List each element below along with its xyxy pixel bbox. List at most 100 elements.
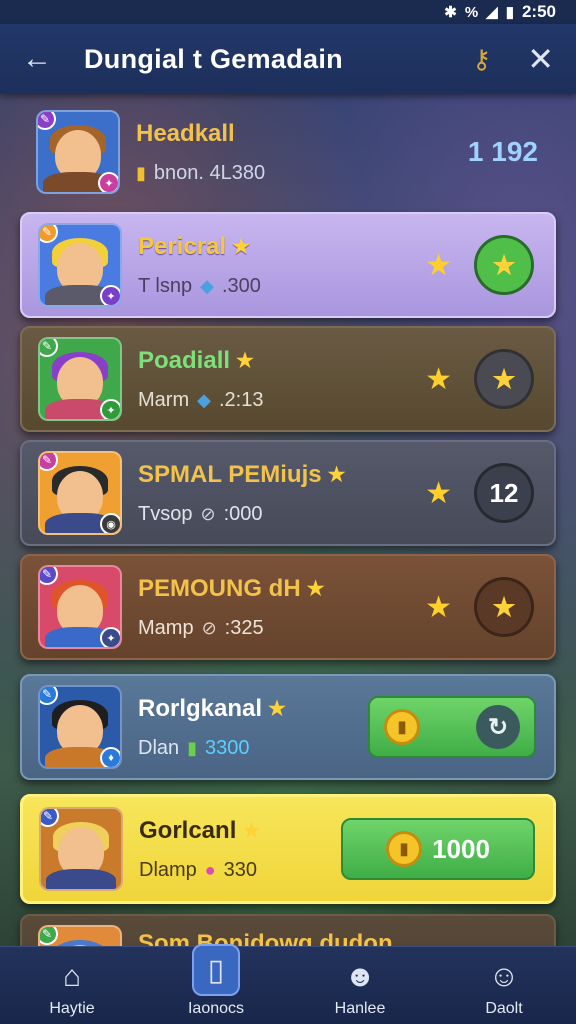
list-item[interactable]: ✎ ✦ Poadiall ★ Marm ◆ .2:13 ★ ★ — [20, 326, 556, 432]
list-item[interactable]: ✎ ♥ Som Bonidowg dudon — [20, 914, 556, 946]
rank-badge-icon: ✎ — [41, 809, 59, 827]
nav-label: Hanlee — [334, 1000, 386, 1017]
rank-badge-icon: ✎ — [40, 225, 58, 243]
signal-icon: ◢ — [486, 4, 498, 21]
star-icon: ★ — [327, 464, 346, 486]
star-icon: ★ — [425, 476, 452, 510]
list-item[interactable]: ✎ Gorlcanl ★ Dlamp ● 330 ▮ 1000 — [20, 794, 556, 904]
player-name: SPMAL PEMiujs — [138, 460, 322, 488]
nav-item-tablet[interactable]: ▯ Iaonocs — [166, 944, 266, 1018]
coin-icon: ▮ — [384, 709, 420, 745]
player-sub-value: .300 — [221, 274, 261, 297]
action-button[interactable]: 12 — [474, 463, 534, 523]
level-badge-icon: ♦ — [100, 747, 120, 767]
player-sub-value: 3300 — [205, 736, 250, 759]
action-button[interactable]: ★ — [474, 349, 534, 409]
star-icon: ★ — [242, 820, 261, 842]
status-time: 2:50 — [521, 2, 556, 21]
key-icon[interactable]: ⚷ — [472, 44, 491, 75]
player-sub-value: .2:13 — [218, 388, 264, 411]
percent-icon: % — [464, 3, 479, 21]
current-player-row[interactable]: ✎ ✦ Headkall ▮ bnon. 4L380 1 192 — [20, 104, 556, 200]
star-icon: ★ — [232, 236, 251, 258]
nav-item-profile[interactable]: ☺ Daolt — [454, 958, 554, 1018]
player-name: Poadiall — [138, 346, 231, 374]
clock-icon: ⊘ — [201, 617, 217, 638]
list-item[interactable]: ✎ ✦ Pericral ★ T lsnp ◆ .300 ★ ★ — [20, 212, 556, 318]
close-icon[interactable]: ✕ — [527, 40, 554, 78]
player-sub-label: Marm — [138, 388, 190, 411]
rank-badge-icon: ✎ — [38, 112, 56, 130]
level-badge-icon: ✦ — [100, 627, 120, 647]
action-button[interactable]: ★ — [474, 235, 534, 295]
refresh-icon: ↻ — [476, 705, 520, 749]
back-arrow-icon[interactable]: ← — [22, 42, 62, 76]
player-sub-label: Dlan — [138, 736, 180, 759]
level-badge-icon: ✦ — [100, 285, 120, 305]
gem-icon: ◆ — [200, 275, 214, 296]
player-name: Pericral — [138, 232, 227, 260]
player-sub-label: Dlamp — [139, 858, 197, 881]
gem-icon: ◆ — [197, 389, 211, 410]
player-sub-label: Mamp — [138, 616, 194, 639]
nav-label: Iaonocs — [187, 1000, 245, 1017]
avatar: ✎ — [39, 807, 123, 891]
avatar: ✎ ♥ — [38, 925, 122, 946]
star-icon: ★ — [268, 698, 286, 720]
battery-icon: ▮ — [187, 737, 198, 758]
list-item[interactable]: ✎ ◉ SPMAL PEMiujs ★ Tvsop ⊘ :000 ★ 12 — [20, 440, 556, 546]
avatar: ✎ ✦ — [38, 337, 122, 421]
rank-badge-icon: ✎ — [40, 339, 58, 357]
list-item[interactable]: ✎ ✦ PEMOUNG dH ★ Mamp ⊘ :325 ★ ★ — [20, 554, 556, 660]
avatar: ✎ ✦ — [36, 110, 120, 194]
list-item[interactable]: ✎ ♦ Rorlgkanal ★ Dlan ▮ 3300 ▮ ↻ — [20, 674, 556, 780]
player-name: Headkall — [136, 119, 235, 147]
player-name: Gorlcanl — [139, 816, 237, 844]
player-sub-value: 330 — [223, 858, 258, 881]
action-button[interactable]: ★ — [474, 577, 534, 637]
nav-label: Haytie — [49, 1000, 95, 1017]
bluetooth-icon: ✱ — [444, 4, 457, 21]
player-sub-label: T lsnp — [138, 274, 193, 297]
coins-value: 1000 — [432, 833, 490, 864]
level-badge-icon: ✦ — [98, 172, 118, 192]
bottom-navigation: ⌂ Haytie ▯ Iaonocs ☻ Hanlee ☺ Daolt — [0, 944, 576, 1024]
rank-badge-icon: ✎ — [40, 567, 58, 585]
avatar: ✎ ◉ — [38, 451, 122, 535]
profile-icon: ☺ — [488, 960, 520, 993]
status-bar: ✱ % ◢ ▮ 2:50 — [0, 0, 576, 24]
coins-button[interactable]: ▮ 1000 — [341, 818, 535, 880]
people-icon: ☻ — [344, 960, 376, 993]
star-icon: ★ — [425, 590, 452, 624]
star-icon: ★ — [306, 578, 325, 600]
star-icon: ★ — [236, 350, 254, 372]
player-sub: bnon. 4L380 — [153, 161, 266, 184]
avatar: ✎ ✦ — [38, 565, 122, 649]
nav-item-home[interactable]: ⌂ Haytie — [22, 958, 122, 1018]
star-icon: ★ — [425, 248, 452, 282]
coin-icon: ▮ — [386, 831, 423, 867]
coin-icon: ▮ — [136, 162, 146, 183]
page-title: Dungial t Gemadain — [84, 43, 343, 74]
level-badge-icon: ◉ — [100, 513, 120, 533]
leaderboard-list[interactable]: ✎ ✦ Headkall ▮ bnon. 4L380 1 192 ✎ ✦ Per… — [0, 96, 576, 946]
avatar: ✎ ♦ — [38, 685, 122, 769]
nav-item-people[interactable]: ☻ Hanlee — [310, 958, 410, 1018]
nav-label: Daolt — [485, 1000, 523, 1017]
rank-badge-icon: ✎ — [40, 687, 58, 705]
rank-badge-icon: ✎ — [40, 927, 58, 945]
clock-icon: ⊘ — [200, 503, 216, 524]
player-score: 1 192 — [467, 136, 538, 167]
star-icon: ★ — [425, 362, 452, 396]
rank-badge-icon: ✎ — [40, 453, 58, 471]
player-sub-value: :325 — [224, 616, 264, 639]
home-icon: ⌂ — [62, 960, 82, 993]
tablet-icon: ▯ — [192, 944, 240, 996]
avatar: ✎ ✦ — [38, 223, 122, 307]
battery-icon: ▮ — [505, 4, 514, 21]
app-bar: ← Dungial t Gemadain ⚷ ✕ — [0, 24, 576, 94]
player-name: PEMOUNG dH — [138, 574, 301, 602]
player-sub-label: Tvsop — [138, 502, 193, 525]
level-badge-icon: ✦ — [100, 399, 120, 419]
claim-button[interactable]: ▮ ↻ — [368, 696, 536, 758]
